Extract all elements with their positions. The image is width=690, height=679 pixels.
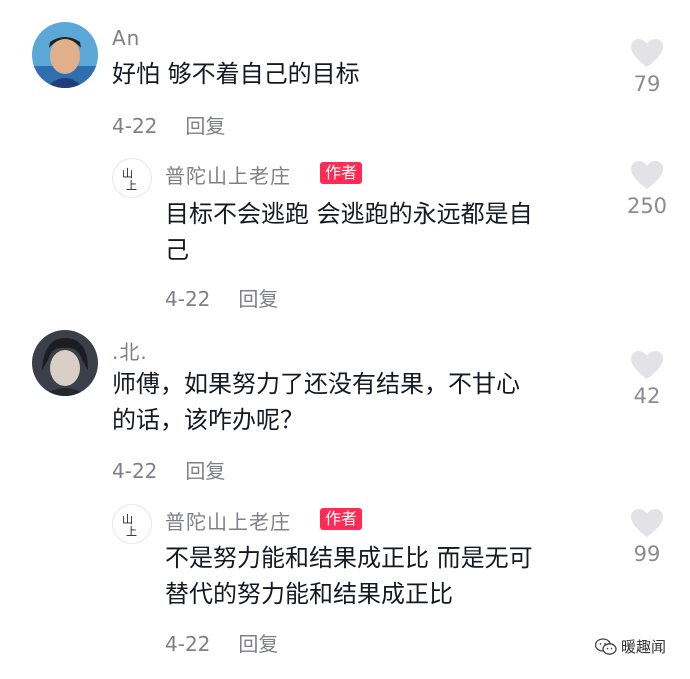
like-count: 250: [626, 194, 668, 218]
author-badge: 作者: [320, 508, 363, 530]
reply-button[interactable]: 回复: [185, 459, 225, 483]
wechat-icon: [594, 637, 617, 655]
reply-text: 不是努力能和结果成正比 而是无可 替代的努力能和结果成正比: [165, 544, 533, 608]
watermark-text: 暖趣闻: [620, 638, 666, 656]
author-badge: 作者: [320, 162, 363, 184]
svg-text:上: 上: [126, 525, 137, 536]
reply-button[interactable]: 回复: [238, 632, 278, 656]
like-button[interactable]: 79: [617, 38, 677, 96]
reply-username[interactable]: 普陀山上老庄: [165, 160, 291, 189]
comment-meta: 4-22 回复: [112, 455, 225, 484]
reply-date: 4-22: [165, 287, 211, 311]
comment-date: 4-22: [112, 114, 158, 138]
comment-username[interactable]: An: [112, 26, 140, 50]
comment-username[interactable]: .北.: [112, 336, 148, 365]
reply-meta: 4-22 回复: [165, 628, 278, 657]
author-avatar[interactable]: 山上: [112, 158, 152, 198]
watermark: 暖趣闻: [594, 636, 666, 657]
like-button[interactable]: 99: [617, 508, 677, 566]
reply-meta: 4-22 回复: [165, 283, 278, 312]
avatar[interactable]: [32, 22, 98, 88]
reply-date: 4-22: [165, 632, 211, 656]
reply-text: 目标不会逃跑 会逃跑的永远都是自 己: [165, 200, 533, 264]
like-button[interactable]: 42: [617, 350, 677, 408]
svg-text:上: 上: [126, 179, 137, 190]
heart-icon: [631, 39, 663, 67]
reply-username[interactable]: 普陀山上老庄: [165, 506, 291, 535]
heart-icon: [631, 161, 663, 189]
avatar[interactable]: [32, 330, 98, 396]
like-button[interactable]: 250: [617, 160, 677, 218]
comment-date: 4-22: [112, 459, 158, 483]
reply-button[interactable]: 回复: [185, 114, 225, 138]
comment-text: 师傅，如果努力了还没有结果，不甘心 的话，该咋办呢？: [112, 370, 520, 434]
like-count: 79: [633, 72, 661, 96]
heart-icon: [631, 351, 663, 379]
comment-meta: 4-22 回复: [112, 110, 225, 139]
reply-button[interactable]: 回复: [238, 287, 278, 311]
like-count: 99: [633, 542, 661, 566]
author-avatar[interactable]: 山上: [112, 504, 152, 544]
comment-text: 好怕 够不着自己的目标: [112, 60, 360, 88]
like-count: 42: [633, 384, 661, 408]
heart-icon: [631, 509, 663, 537]
